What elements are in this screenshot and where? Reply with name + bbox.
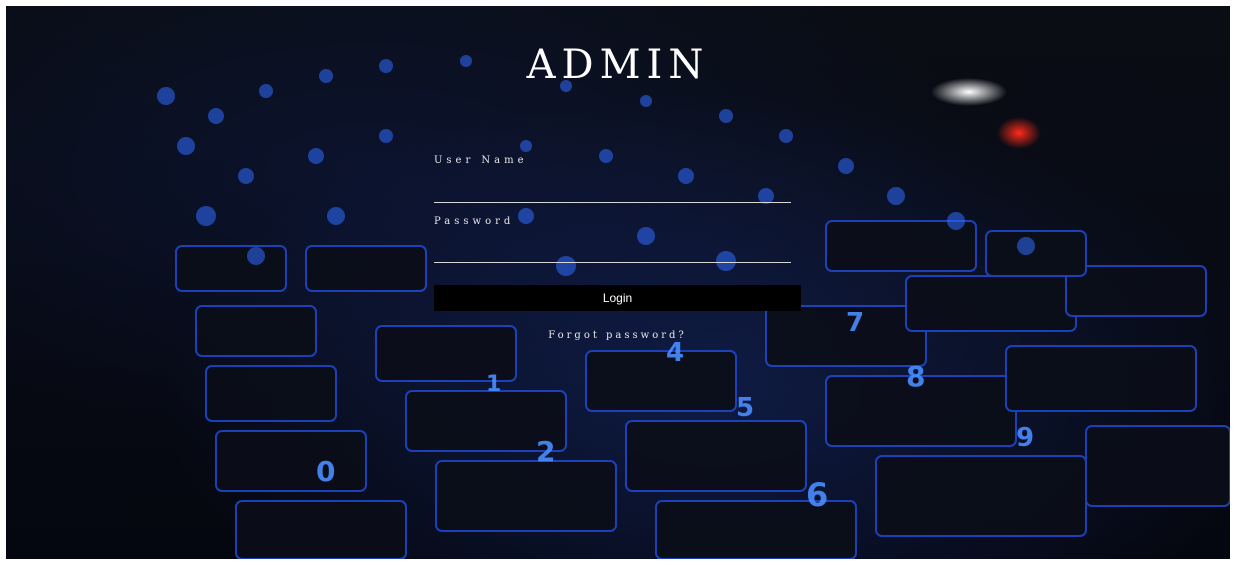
login-button[interactable]: Login (434, 285, 801, 311)
login-screen: 5 8 9 2 0 6 4 7 1 ADMIN User Name Passwo… (6, 6, 1230, 559)
svg-text:4: 4 (666, 338, 684, 368)
svg-text:0: 0 (316, 455, 335, 488)
svg-text:9: 9 (1016, 423, 1034, 453)
forgot-password-link[interactable]: Forgot password? (434, 330, 801, 341)
page-title: ADMIN (526, 42, 710, 88)
password-label: Password (434, 216, 515, 227)
backlit-keyboard-background: 5 8 9 2 0 6 4 7 1 (157, 55, 1230, 559)
password-input[interactable] (434, 240, 791, 263)
svg-text:7: 7 (846, 308, 864, 338)
svg-text:8: 8 (906, 360, 925, 393)
username-label: User Name (434, 155, 528, 166)
svg-text:2: 2 (536, 435, 555, 468)
svg-text:1: 1 (486, 372, 501, 397)
svg-text:5: 5 (736, 393, 754, 423)
username-input[interactable] (434, 180, 791, 203)
svg-text:6: 6 (806, 476, 828, 514)
